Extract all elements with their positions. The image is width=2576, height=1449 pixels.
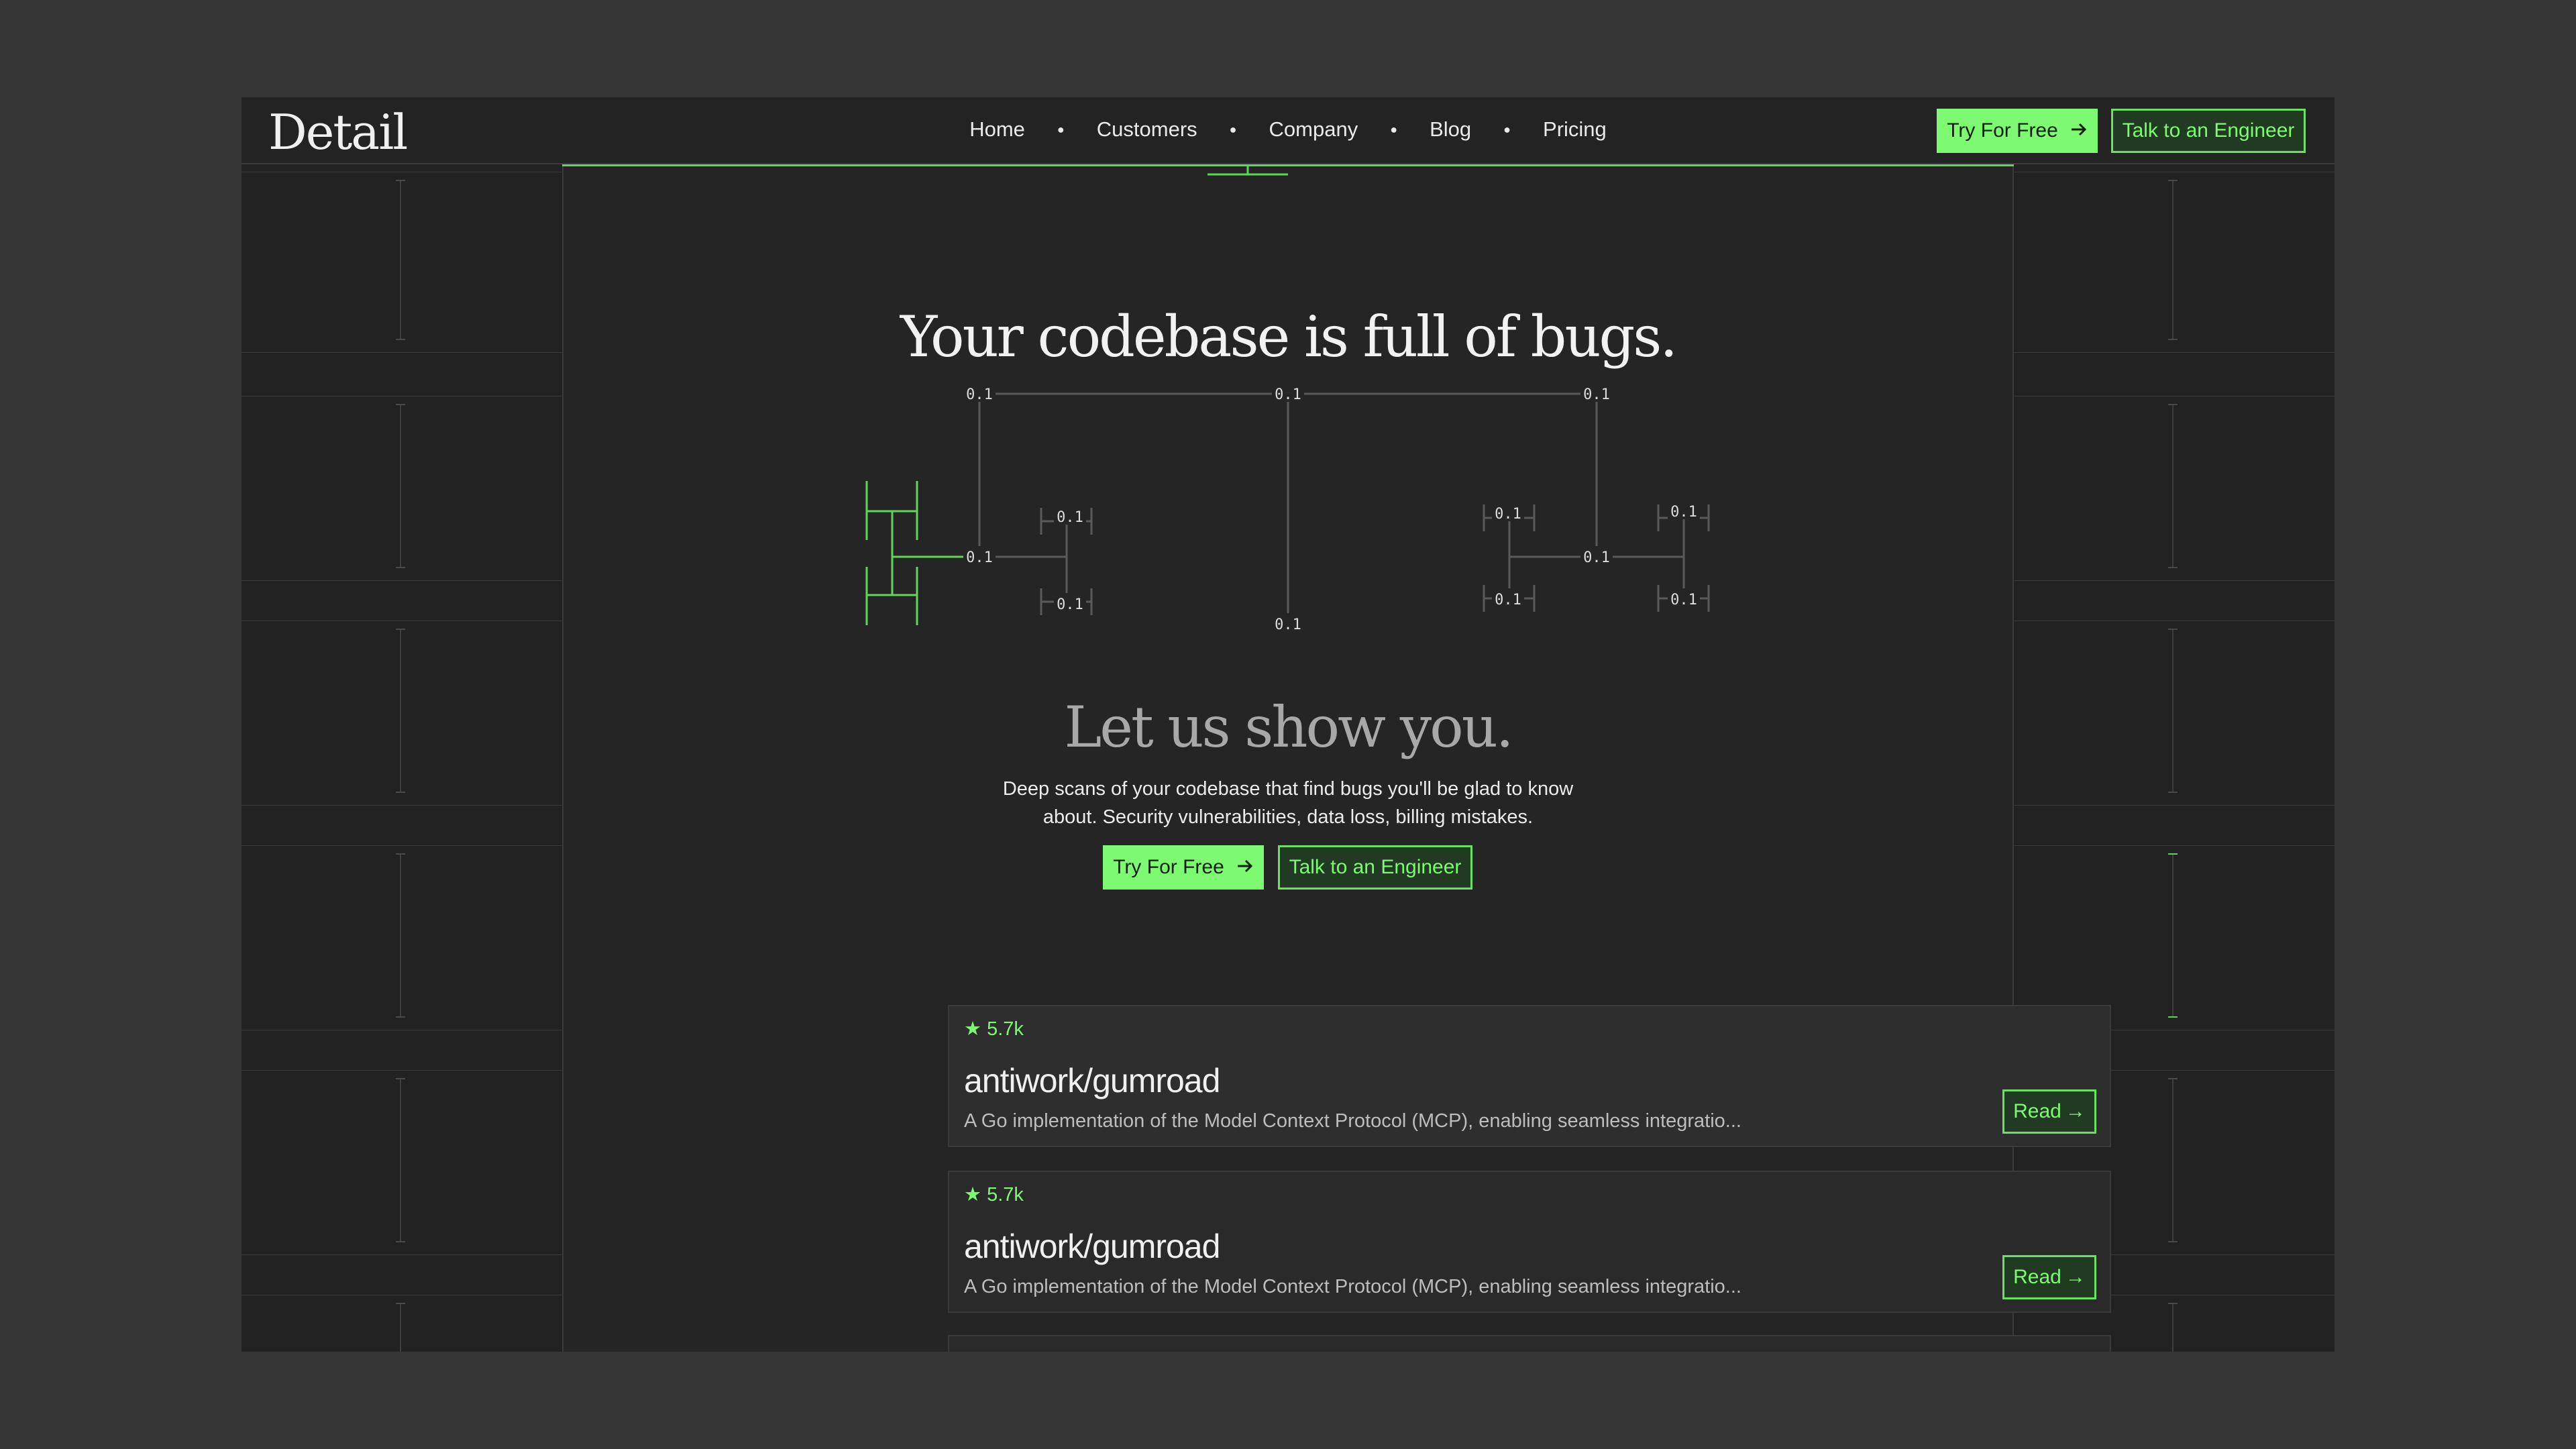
arrow-right-icon: → — [2065, 1266, 2086, 1288]
tree-node-label: 0.1 — [1670, 504, 1697, 521]
nav-try-free-button[interactable]: Try For Free — [1937, 109, 2098, 153]
nav-link-customers[interactable]: Customers — [1097, 117, 1197, 142]
repo-stars: ★ 5.7k — [964, 1184, 1024, 1205]
nav-talk-engineer-label: Talk to an Engineer — [2122, 119, 2295, 142]
arrow-right-icon: → — [2065, 1100, 2086, 1122]
hero-try-free-label: Try For Free — [1113, 856, 1224, 878]
nav-talk-engineer-button[interactable]: Talk to an Engineer — [2111, 109, 2306, 153]
tree-node-label: 0.1 — [966, 549, 993, 566]
arrow-right-icon — [2070, 119, 2088, 142]
nav-link-pricing[interactable]: Pricing — [1543, 117, 1607, 142]
tree-node-label: 0.1 — [966, 386, 993, 403]
hero-subhead: Let us show you. — [1064, 694, 1513, 760]
repo-description: A Go implementation of the Model Context… — [964, 1110, 1741, 1132]
nav-link-company[interactable]: Company — [1269, 117, 1358, 142]
repo-name: antiwork/gumroad — [964, 1228, 1220, 1265]
repo-card-partial — [948, 1335, 2111, 1352]
tree-node-label: 0.1 — [1670, 592, 1697, 608]
top-navigation: Detail Home ● Customers ● Company ● Blog… — [241, 97, 2334, 164]
tree-node-label: 0.1 — [1057, 509, 1083, 526]
hero-headline: Your codebase is full of bugs. — [900, 304, 1678, 370]
star-icon: ★ — [964, 1184, 981, 1205]
star-icon: ★ — [964, 1018, 981, 1040]
nav-separator: ● — [1390, 122, 1398, 136]
hero-description: Deep scans of your codebase that find bu… — [1002, 778, 1574, 828]
hero-try-free-button[interactable]: Try For Free — [1103, 845, 1264, 890]
hero-talk-engineer-label: Talk to an Engineer — [1289, 856, 1462, 878]
browser-page: 0.1 0.1 0.1 0.1 0.1 0.1 0.1 0.1 0.1 0.1 0.1 0.1 You… — [241, 97, 2334, 1352]
nav-separator: ● — [1057, 122, 1065, 136]
tree-node-label: 0.1 — [1583, 386, 1610, 403]
read-button[interactable]: Read → — [2002, 1255, 2096, 1299]
repo-name: antiwork/gumroad — [964, 1062, 1220, 1099]
nav-separator: ● — [1503, 122, 1511, 136]
arrow-right-icon — [1236, 856, 1254, 879]
nav-try-free-label: Try For Free — [1947, 119, 2058, 142]
tree-node-label: 0.1 — [1583, 549, 1610, 566]
tree-node-label: 0.1 — [1057, 596, 1083, 613]
tree-node-label: 0.1 — [1275, 616, 1301, 633]
read-button[interactable]: Read → — [2002, 1089, 2096, 1134]
nav-link-blog[interactable]: Blog — [1430, 117, 1471, 142]
nav-separator: ● — [1229, 122, 1237, 136]
tree-node-label: 0.1 — [1495, 592, 1521, 608]
tree-node-label: 0.1 — [1495, 506, 1521, 523]
repo-stars: ★ 5.7k — [964, 1018, 1024, 1040]
repo-description: A Go implementation of the Model Context… — [964, 1276, 1741, 1297]
repo-card[interactable]: ★ 5.7k antiwork/gumroad A Go implementat… — [948, 1171, 2111, 1313]
hero-talk-engineer-button[interactable]: Talk to an Engineer — [1278, 845, 1472, 890]
repo-card[interactable]: ★ 5.7k antiwork/gumroad A Go implementat… — [948, 1005, 2111, 1147]
tree-node-label: 0.1 — [1275, 386, 1301, 403]
nav-link-home[interactable]: Home — [969, 117, 1025, 142]
